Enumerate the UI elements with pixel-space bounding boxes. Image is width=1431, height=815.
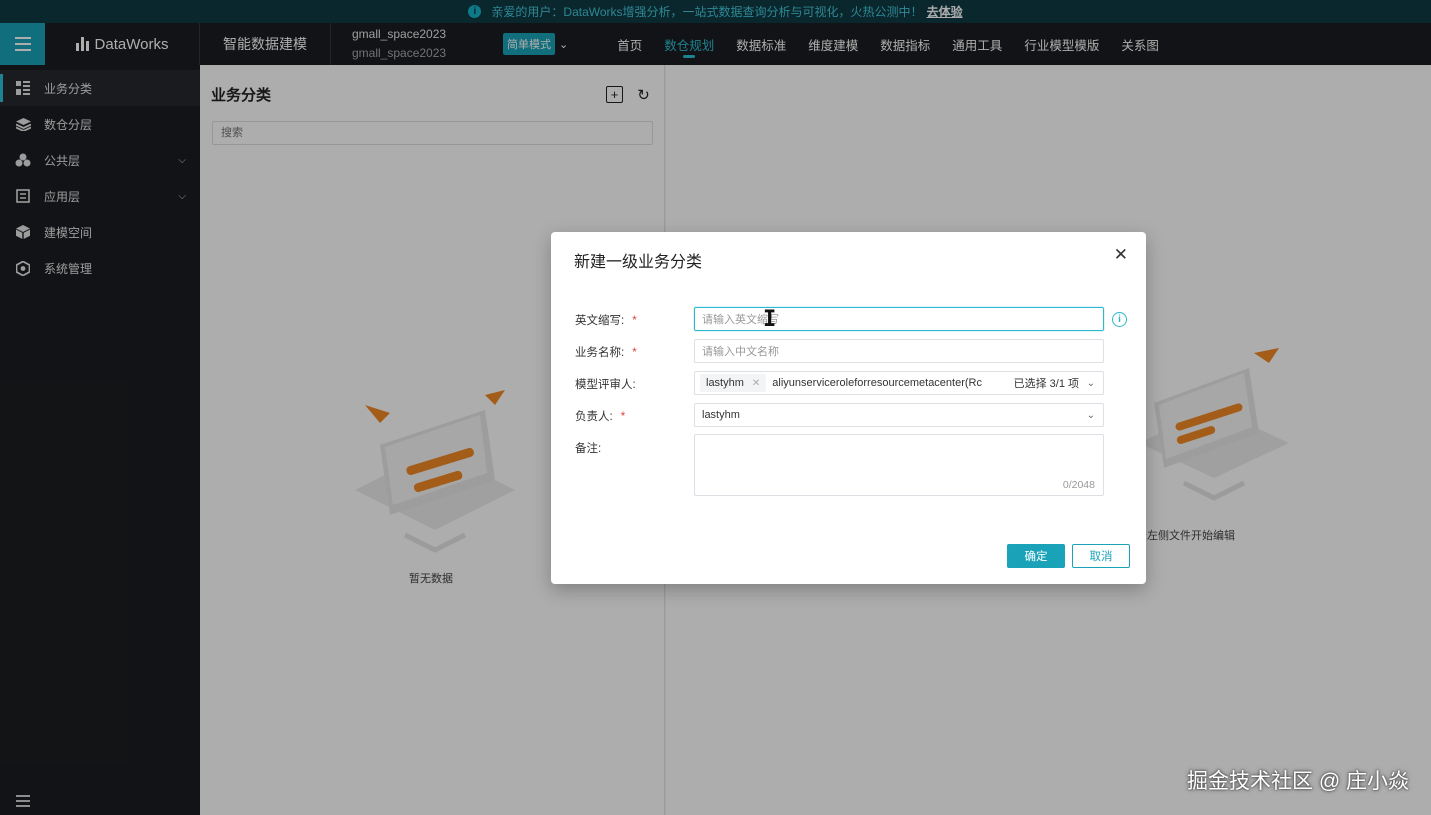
name-input[interactable]: 请输入中文名称 [694,339,1104,363]
watermark: 掘金技术社区 @ 庄小焱 [1187,770,1409,793]
name-placeholder: 请输入中文名称 [702,346,779,358]
text-cursor-icon: I [763,307,777,332]
reviewer-label: 模型评审人: [575,379,636,391]
note-textarea[interactable]: 0/2048 [694,434,1104,496]
info-icon[interactable]: i [1112,312,1127,327]
cancel-button[interactable]: 取消 [1072,544,1130,568]
abbr-label: 英文缩写: * [575,315,637,327]
new-category-dialog: 新建一级业务分类 ✕ 英文缩写: * 请输入英文缩写 i I 业务名称: * 请输入… [551,232,1146,584]
dialog-title: 新建一级业务分类 [574,254,703,271]
close-icon[interactable]: ✕ [1114,245,1128,265]
chevron-down-icon: ⌄ [1086,409,1095,421]
reviewer-tag-long: aliyunserviceroleforresourcemetacenter(R… [772,377,982,389]
abbr-input[interactable]: 请输入英文缩写 [694,307,1104,331]
note-char-count: 0/2048 [1062,479,1095,491]
owner-label: 负责人: * [575,411,626,423]
confirm-button[interactable]: 确定 [1007,544,1065,568]
reviewer-select[interactable]: lastyhm ✕ aliyunserviceroleforresourcemet… [694,371,1104,395]
chevron-down-icon: ⌄ [1086,377,1095,389]
tag-close-icon[interactable]: ✕ [752,378,760,389]
reviewer-tag: lastyhm ✕ [700,374,767,392]
owner-value: lastyhm [702,409,740,421]
owner-select[interactable]: lastyhm ⌄ [694,403,1104,427]
note-label: 备注: [575,443,602,455]
name-label: 业务名称: * [575,347,637,359]
reviewer-count: 已选择 3/1 项 [1013,378,1079,390]
